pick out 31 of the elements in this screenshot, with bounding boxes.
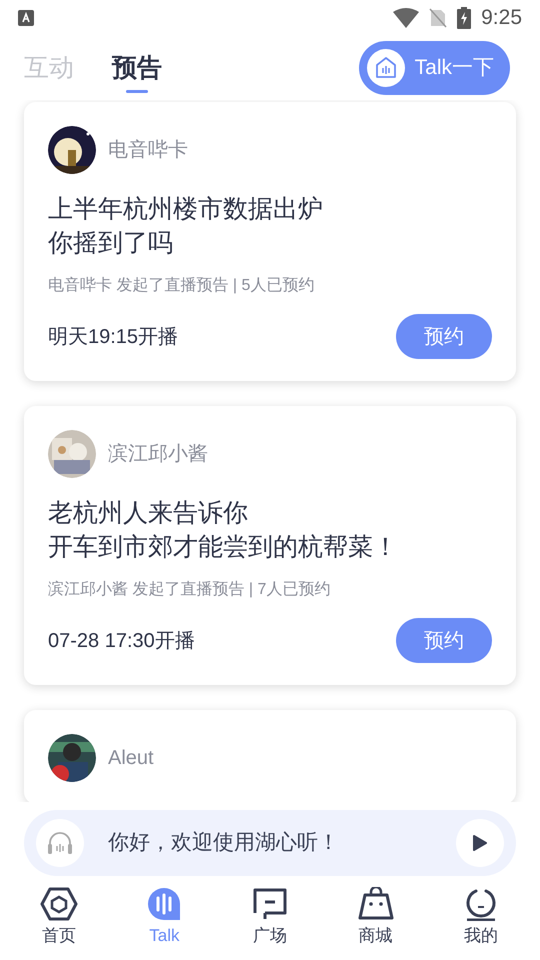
battery-charging-icon: [457, 7, 472, 29]
clock-time: 9:25: [481, 5, 522, 32]
nav-tab[interactable]: 商城: [336, 887, 416, 949]
nav-tab[interactable]: 首页: [18, 887, 99, 949]
event-title-line: 老杭州人来告诉你: [48, 498, 248, 529]
house-wave-icon: [374, 56, 398, 80]
start-time: 明天19:15开播: [48, 324, 178, 350]
keyboard-icon: [18, 10, 34, 26]
wifi-icon: [393, 8, 420, 28]
player-greeting: 你好，欢迎使用湖心听！: [108, 830, 340, 856]
talk-bubble-icon: [147, 887, 182, 922]
tab[interactable]: 预告: [112, 43, 162, 93]
no-sim-icon: [429, 8, 448, 28]
event-meta: 电音哔卡 发起了直播预告 | 5人已预约: [48, 276, 316, 296]
headphones-icon: [47, 831, 73, 855]
nav-tab[interactable]: 广场: [230, 887, 310, 949]
event-meta: 滨江邱小酱 发起了直播预告 | 7人已预约: [48, 580, 332, 600]
play-button[interactable]: [456, 819, 504, 867]
author-name: 电音哔卡: [108, 138, 188, 163]
profile-icon: [464, 887, 498, 922]
nav-tab[interactable]: 我的: [441, 887, 522, 949]
author-name: Aleut: [108, 746, 154, 771]
event-title-line: 开车到市郊才能尝到的杭帮菜！: [48, 532, 398, 563]
event-title-line: 你摇到了吗: [48, 228, 173, 259]
event-title-line: 上半年杭州楼市数据出炉: [48, 194, 323, 225]
author-name: 滨江邱小酱: [108, 442, 208, 467]
chat-icon: [250, 887, 289, 922]
play-icon: [473, 835, 487, 851]
hexagon-icon: [40, 887, 78, 922]
shopping-bag-icon: [356, 887, 395, 922]
start-time: 07-28 17:30开播: [48, 628, 195, 654]
